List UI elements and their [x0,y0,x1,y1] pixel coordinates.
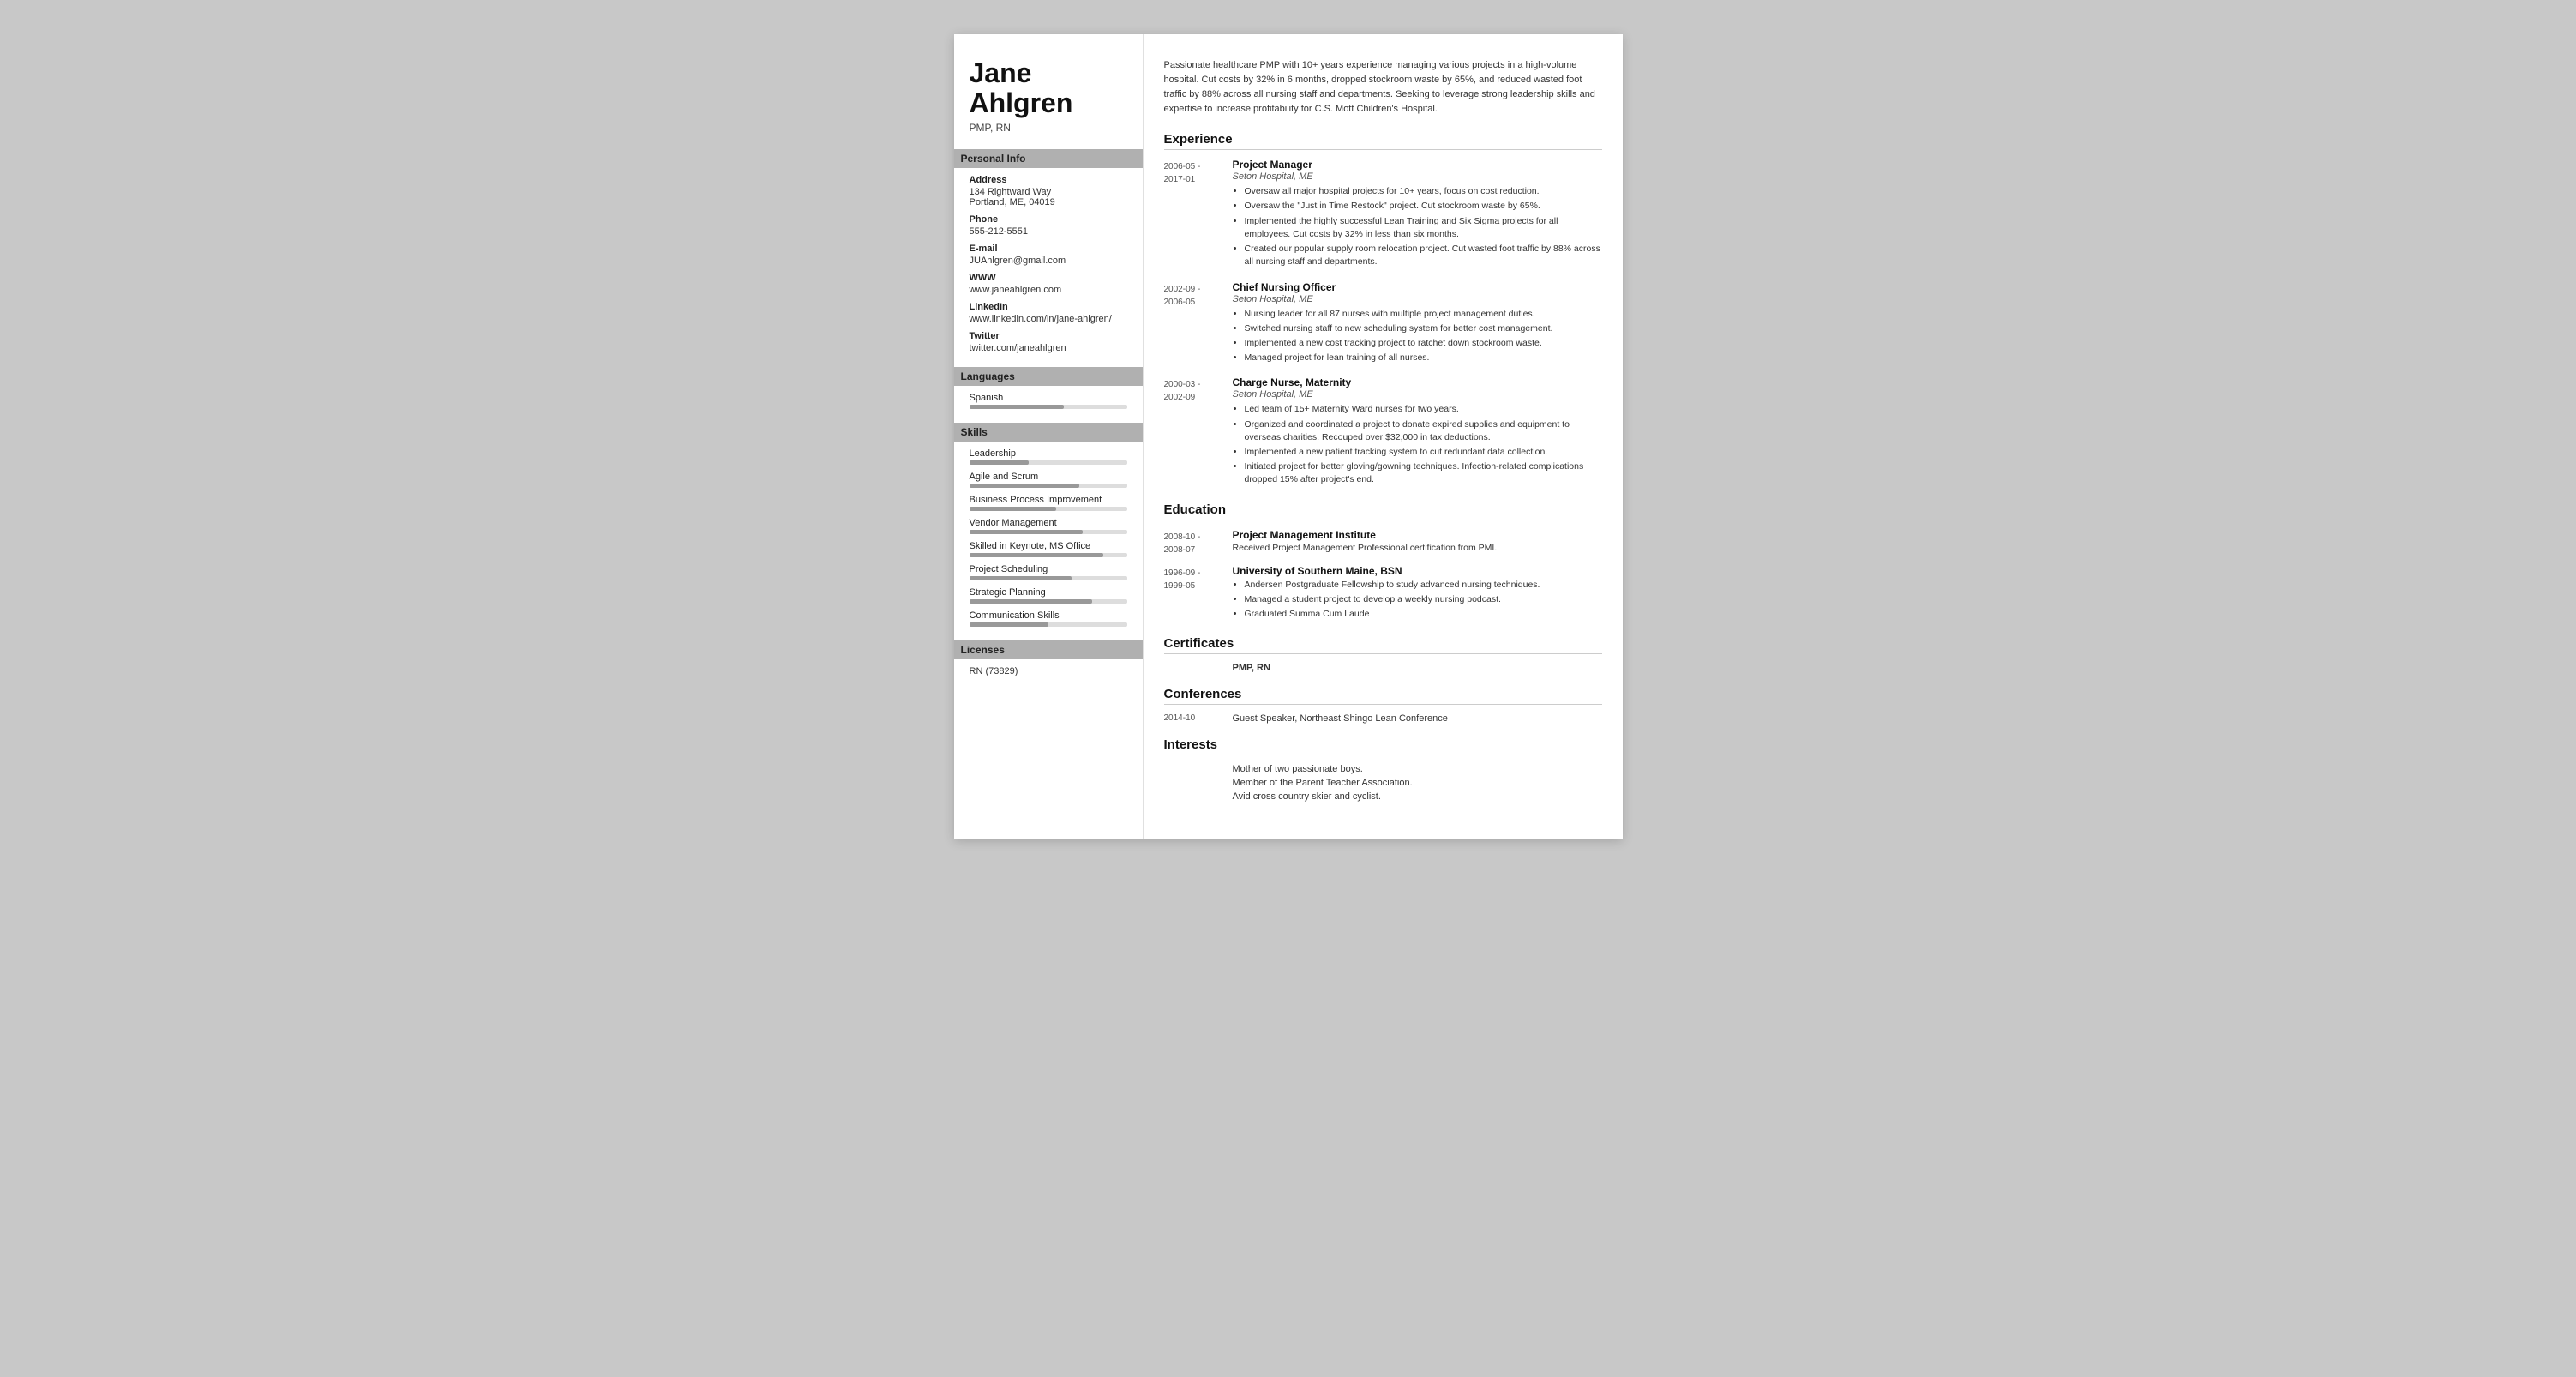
exp-charge-nurse: 2000-03 -2002-09 Charge Nurse, Maternity… [1164,376,1602,488]
exp-dates-pm: 2006-05 -2017-01 [1164,159,1233,270]
skill-vendor: Vendor Management [970,518,1127,534]
licenses-header: Licenses [954,640,1143,659]
licenses-section: Licenses RN (73829) [970,640,1127,676]
edu-dates-pmi: 2008-10 -2008-07 [1164,529,1233,556]
interest-value-3: Avid cross country skier and cyclist. [1233,791,1381,802]
bullet: Organized and coordinated a project to d… [1245,418,1602,444]
conferences-section: Conferences 2014-10 Guest Speaker, North… [1164,687,1602,724]
bullet: Initiated project for better gloving/gow… [1245,460,1602,486]
language-bar-fill [970,405,1064,409]
www-label: WWW [970,273,1127,283]
conferences-title: Conferences [1164,687,1602,705]
bullet: Oversaw the "Just in Time Restock" proje… [1245,200,1602,213]
cert-value: PMP, RN [1233,663,1270,673]
interests-section: Interests Mother of two passionate boys.… [1164,737,1602,802]
edu-content-pmi: Project Management Institute Received Pr… [1233,529,1602,556]
exp-content-pm: Project Manager Seton Hospital, ME Overs… [1233,159,1602,270]
linkedin-value: www.linkedin.com/in/jane-ahlgren/ [970,314,1127,324]
main-content: Passionate healthcare PMP with 10+ years… [1143,34,1623,839]
edu-usm: 1996-09 -1999-05 University of Southern … [1164,565,1602,623]
exp-bullets-cno: Nursing leader for all 87 nurses with mu… [1233,308,1602,365]
bullet: Andersen Postgraduate Fellowship to stud… [1245,579,1602,592]
bullet: Switched nursing staff to new scheduling… [1245,322,1602,335]
bullet: Implemented the highly successful Lean T… [1245,215,1602,241]
personal-info-header: Personal Info [954,149,1143,168]
edu-dates-usm: 1996-09 -1999-05 [1164,565,1233,623]
interest-2: Member of the Parent Teacher Association… [1164,778,1602,788]
interests-title: Interests [1164,737,1602,755]
skill-bpi: Business Process Improvement [970,495,1127,511]
certificates-title: Certificates [1164,636,1602,654]
twitter-label: Twitter [970,331,1127,341]
www-value: www.janeahlgren.com [970,285,1127,295]
edu-content-usm: University of Southern Maine, BSN Anders… [1233,565,1602,623]
summary-text: Passionate healthcare PMP with 10+ years… [1164,58,1602,117]
exp-dates-cn: 2000-03 -2002-09 [1164,376,1233,488]
exp-project-manager: 2006-05 -2017-01 Project Manager Seton H… [1164,159,1602,270]
exp-cno: 2002-09 -2006-05 Chief Nursing Officer S… [1164,281,1602,367]
cert-pmp: PMP, RN [1164,663,1602,673]
certificates-section: Certificates PMP, RN [1164,636,1602,673]
bullet: Oversaw all major hospital projects for … [1245,185,1602,198]
linkedin-label: LinkedIn [970,302,1127,312]
conf-dates: 2014-10 [1164,713,1233,724]
skill-scheduling: Project Scheduling [970,564,1127,580]
bullet: Created our popular supply room relocati… [1245,243,1602,268]
experience-section: Experience 2006-05 -2017-01 Project Mana… [1164,132,1602,489]
bullet: Graduated Summa Cum Laude [1245,608,1602,621]
education-section: Education 2008-10 -2008-07 Project Manag… [1164,502,1602,623]
address-value: 134 Rightward WayPortland, ME, 04019 [970,187,1127,207]
email-value: JUAhlgren@gmail.com [970,256,1127,266]
bullet: Led team of 15+ Maternity Ward nurses fo… [1245,403,1602,416]
exp-bullets-cn: Led team of 15+ Maternity Ward nurses fo… [1233,403,1602,486]
skill-communication: Communication Skills [970,610,1127,627]
exp-content-cn: Charge Nurse, Maternity Seton Hospital, … [1233,376,1602,488]
sidebar: JaneAhlgren PMP, RN Personal Info Addres… [954,34,1143,839]
skills-section: Skills Leadership Agile and Scrum Busine… [970,423,1127,627]
license-value: RN (73829) [970,666,1127,676]
email-label: E-mail [970,244,1127,254]
edu-pmi: 2008-10 -2008-07 Project Management Inst… [1164,529,1602,556]
cert-dates [1164,663,1233,673]
language-spanish: Spanish [970,393,1127,409]
languages-header: Languages [954,367,1143,386]
skill-keynote: Skilled in Keynote, MS Office [970,541,1127,557]
experience-title: Experience [1164,132,1602,150]
interest-value-1: Mother of two passionate boys. [1233,764,1363,774]
language-bar-bg [970,405,1127,409]
bullet: Managed project for lean training of all… [1245,352,1602,364]
conf-entry-1: 2014-10 Guest Speaker, Northeast Shingo … [1164,713,1602,724]
skill-agile: Agile and Scrum [970,472,1127,488]
edu-bullets-usm: Andersen Postgraduate Fellowship to stud… [1233,579,1602,622]
phone-label: Phone [970,214,1127,225]
twitter-value: twitter.com/janeahlgren [970,343,1127,353]
phone-value: 555-212-5551 [970,226,1127,237]
skill-strategic: Strategic Planning [970,587,1127,604]
candidate-title: PMP, RN [970,122,1127,134]
skill-leadership: Leadership [970,448,1127,465]
bullet: Implemented a new patient tracking syste… [1245,446,1602,459]
exp-dates-cno: 2002-09 -2006-05 [1164,281,1233,367]
interest-3: Avid cross country skier and cyclist. [1164,791,1602,802]
skills-header: Skills [954,423,1143,442]
exp-content-cno: Chief Nursing Officer Seton Hospital, ME… [1233,281,1602,367]
interest-1: Mother of two passionate boys. [1164,764,1602,774]
bullet: Nursing leader for all 87 nurses with mu… [1245,308,1602,321]
education-title: Education [1164,502,1602,520]
personal-info-section: Personal Info Address 134 Rightward WayP… [970,149,1127,353]
conf-value: Guest Speaker, Northeast Shingo Lean Con… [1233,713,1448,724]
exp-bullets-pm: Oversaw all major hospital projects for … [1233,185,1602,268]
languages-section: Languages Spanish [970,367,1127,409]
resume-document: JaneAhlgren PMP, RN Personal Info Addres… [954,34,1623,839]
address-label: Address [970,175,1127,185]
interest-value-2: Member of the Parent Teacher Association… [1233,778,1413,788]
candidate-name: JaneAhlgren [970,58,1127,118]
bullet: Implemented a new cost tracking project … [1245,337,1602,350]
bullet: Managed a student project to develop a w… [1245,593,1602,606]
